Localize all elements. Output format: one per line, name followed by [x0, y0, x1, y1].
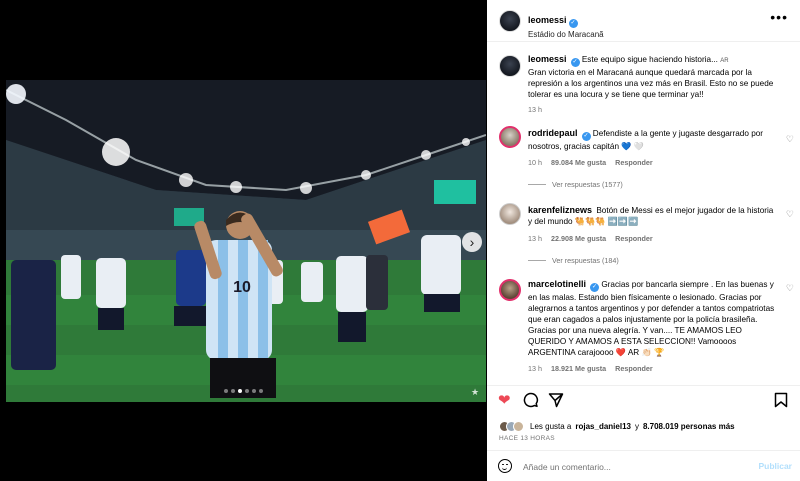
caption-text: leomessi ✓ Este equipo sigue haciendo his…	[528, 54, 788, 100]
view-replies-button[interactable]: Ver respuestas (184)	[528, 256, 619, 265]
comment-avatar[interactable]	[499, 279, 521, 301]
comment-time: 10 h	[528, 158, 542, 167]
comment-username[interactable]: marcelotinelli	[528, 279, 586, 289]
like-comment-heart-icon[interactable]: ♡	[786, 283, 794, 294]
comment-meta: 10 h 89.084 Me gusta Responder	[528, 158, 653, 167]
comment-username[interactable]: karenfeliznews	[528, 205, 592, 215]
comments-list: leomessi ✓ Este equipo sigue haciendo his…	[487, 43, 800, 383]
liker-avatars	[499, 421, 524, 432]
verified-icon: ✓	[581, 132, 591, 141]
svg-text:10: 10	[233, 279, 251, 296]
replies-line	[528, 184, 546, 185]
share-icon[interactable]	[548, 392, 564, 412]
post-location[interactable]: Estádio do Maracanã	[528, 30, 604, 39]
likes-count[interactable]: 8.708.019 personas más	[643, 422, 735, 431]
save-bookmark-icon[interactable]	[774, 392, 788, 412]
reply-button[interactable]: Responder	[615, 158, 653, 167]
verified-icon: ✓	[590, 283, 600, 292]
media-viewer: 10 ★ ›	[0, 0, 486, 481]
caption-avatar[interactable]	[499, 55, 521, 77]
verified-icon: ✓	[570, 58, 580, 67]
carousel-dot	[238, 389, 242, 393]
author-avatar[interactable]	[499, 10, 521, 32]
carousel-dot	[259, 389, 263, 393]
comment-avatar[interactable]	[499, 203, 521, 225]
comment-icon[interactable]	[523, 392, 539, 412]
instagram-post-modal: 10 ★ › leomessi ✓ Estádio do Maracanã •••…	[0, 0, 800, 481]
add-comment-bar: Publicar	[487, 450, 800, 481]
comment-input[interactable]	[523, 459, 743, 475]
comment-avatar[interactable]	[499, 126, 521, 148]
post-timestamp: HACE 13 HORAS	[499, 435, 555, 442]
reply-button[interactable]: Responder	[615, 234, 653, 243]
replies-line	[528, 260, 546, 261]
liker-avatar	[513, 421, 524, 432]
carousel-dot	[231, 389, 235, 393]
post-photo[interactable]: 10 ★	[6, 80, 486, 402]
reply-button[interactable]: Responder	[615, 364, 653, 373]
next-photo-button[interactable]: ›	[462, 232, 482, 252]
view-replies-label: Ver respuestas (1577)	[552, 180, 623, 189]
comment-text: rodridepaul ✓ Defendiste a la gente y jug…	[528, 128, 778, 152]
likes-middle: y	[634, 422, 639, 431]
post-side-panel: leomessi ✓ Estádio do Maracanã ••• leomes…	[487, 0, 800, 481]
like-comment-heart-icon[interactable]: ♡	[786, 134, 794, 145]
comment-text: karenfeliznews Botón de Messi es el mejo…	[528, 205, 778, 227]
caption-line1: Este equipo sigue haciendo historia...	[581, 55, 721, 64]
comment-likes[interactable]: 89.084 Me gusta	[551, 158, 606, 167]
post-actions: ❤ Les gusta a rojas_daniel13 y 8.708.019…	[487, 385, 800, 481]
like-heart-icon[interactable]: ❤	[498, 393, 511, 409]
likes-prefix: Les gusta a	[530, 422, 572, 431]
comment-text: marcelotinelli ✓ Gracias por bancarla sie…	[528, 279, 778, 358]
comment-body: Gracias por bancarla siempre . En las bu…	[528, 280, 775, 357]
carousel-dot	[224, 389, 228, 393]
like-comment-heart-icon[interactable]: ♡	[786, 209, 794, 220]
comment-username[interactable]: rodridepaul	[528, 128, 578, 138]
view-replies-label: Ver respuestas (184)	[552, 256, 619, 265]
liker-username[interactable]: rojas_daniel13	[575, 422, 631, 431]
carousel-dots	[224, 389, 263, 393]
svg-text:★: ★	[471, 387, 479, 397]
post-comment-button[interactable]: Publicar	[758, 461, 792, 471]
caption-username[interactable]: leomessi	[528, 54, 567, 64]
comment-time: 13 h	[528, 234, 542, 243]
verified-icon: ✓	[568, 19, 578, 28]
caption-line2: Gran victoria en el Maracaná aunque qued…	[528, 68, 774, 99]
carousel-dot	[245, 389, 249, 393]
comment-time: 13 h	[528, 364, 542, 373]
comment-meta: 13 h 22.908 Me gusta Responder	[528, 234, 653, 243]
carousel-dot	[252, 389, 256, 393]
caption-meta: 13 h	[528, 105, 542, 114]
more-options-button[interactable]: •••	[770, 10, 788, 24]
comment-likes[interactable]: 18.921 Me gusta	[551, 364, 606, 373]
author-username[interactable]: leomessi	[528, 15, 567, 25]
emoji-picker-icon[interactable]	[498, 459, 512, 473]
post-header: leomessi ✓ Estádio do Maracanã •••	[487, 0, 800, 42]
view-replies-button[interactable]: Ver respuestas (1577)	[528, 180, 623, 189]
comment-meta: 13 h 18.921 Me gusta Responder	[528, 364, 653, 373]
likes-summary: Les gusta a rojas_daniel13 y 8.708.019 p…	[499, 421, 735, 432]
stadium-scene: 10 ★	[6, 80, 486, 402]
caption-time: 13 h	[528, 105, 542, 114]
flag-ar: AR	[720, 58, 729, 64]
comment-likes[interactable]: 22.908 Me gusta	[551, 234, 606, 243]
